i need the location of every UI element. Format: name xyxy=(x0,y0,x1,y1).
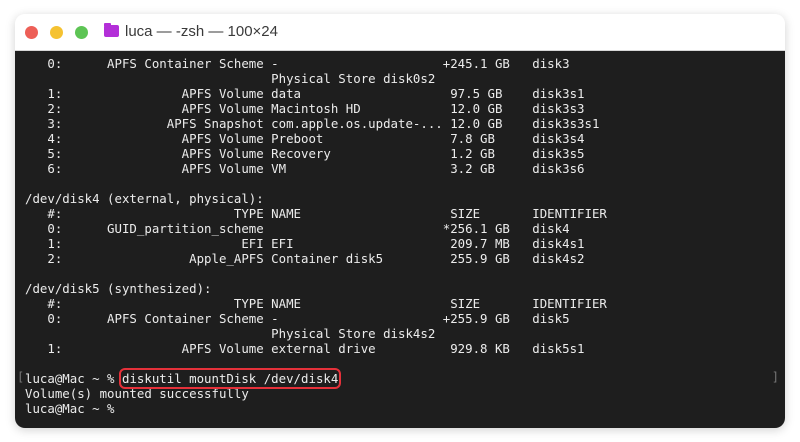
shell-prompt: luca@Mac ~ % xyxy=(25,371,122,386)
mark-left-bracket: [ xyxy=(17,370,25,384)
partition-row: 5: APFS Volume Recovery 1.2 GB disk3s5 xyxy=(25,146,585,161)
folder-icon xyxy=(104,23,119,37)
command-output: Volume(s) mounted successfully xyxy=(25,386,249,401)
partition-row: 1: APFS Volume data 97.5 GB disk3s1 xyxy=(25,86,585,101)
partition-row-continuation: Physical Store disk0s2 xyxy=(25,71,436,86)
partition-row: 0: GUID_partition_scheme *256.1 GB disk4 xyxy=(25,221,570,236)
table-header: #: TYPE NAME SIZE IDENTIFIER xyxy=(25,206,607,221)
terminal-window: luca — -zsh — 100×24 0: APFS Container S… xyxy=(15,14,785,428)
mark-right-bracket: ] xyxy=(771,370,779,384)
shell-prompt: luca@Mac ~ % xyxy=(25,401,115,416)
partition-row: 3: APFS Snapshot com.apple.os.update-...… xyxy=(25,116,600,131)
command-line: luca@Mac ~ % diskutil mountDisk /dev/dis… xyxy=(25,368,785,389)
partition-row: 0: APFS Container Scheme - +245.1 GB dis… xyxy=(25,56,570,71)
partition-row: 2: APFS Volume Macintosh HD 12.0 GB disk… xyxy=(25,101,585,116)
minimize-button[interactable] xyxy=(50,26,63,39)
partition-row-continuation: Physical Store disk4s2 xyxy=(25,326,436,341)
partition-row: 1: EFI EFI 209.7 MB disk4s1 xyxy=(25,236,585,251)
disk-title: /dev/disk4 (external, physical): xyxy=(25,191,264,206)
partition-row: 1: APFS Volume external drive 929.8 KB d… xyxy=(25,341,585,356)
zoom-button[interactable] xyxy=(75,26,88,39)
title-bar: luca — -zsh — 100×24 xyxy=(15,14,785,51)
highlighted-command: diskutil mountDisk /dev/disk4 xyxy=(118,368,342,389)
table-header: #: TYPE NAME SIZE IDENTIFIER xyxy=(25,296,607,311)
partition-row: 0: APFS Container Scheme - +255.9 GB dis… xyxy=(25,311,570,326)
partition-row: 2: Apple_APFS Container disk5 255.9 GB d… xyxy=(25,251,585,266)
window-title: luca — -zsh — 100×24 xyxy=(125,23,278,40)
partition-row: 6: APFS Volume VM 3.2 GB disk3s6 xyxy=(25,161,585,176)
close-button[interactable] xyxy=(25,26,38,39)
partition-row: 4: APFS Volume Preboot 7.8 GB disk3s4 xyxy=(25,131,585,146)
disk-title: /dev/disk5 (synthesized): xyxy=(25,281,212,296)
terminal-output[interactable]: 0: APFS Container Scheme - +245.1 GB dis… xyxy=(15,51,785,428)
